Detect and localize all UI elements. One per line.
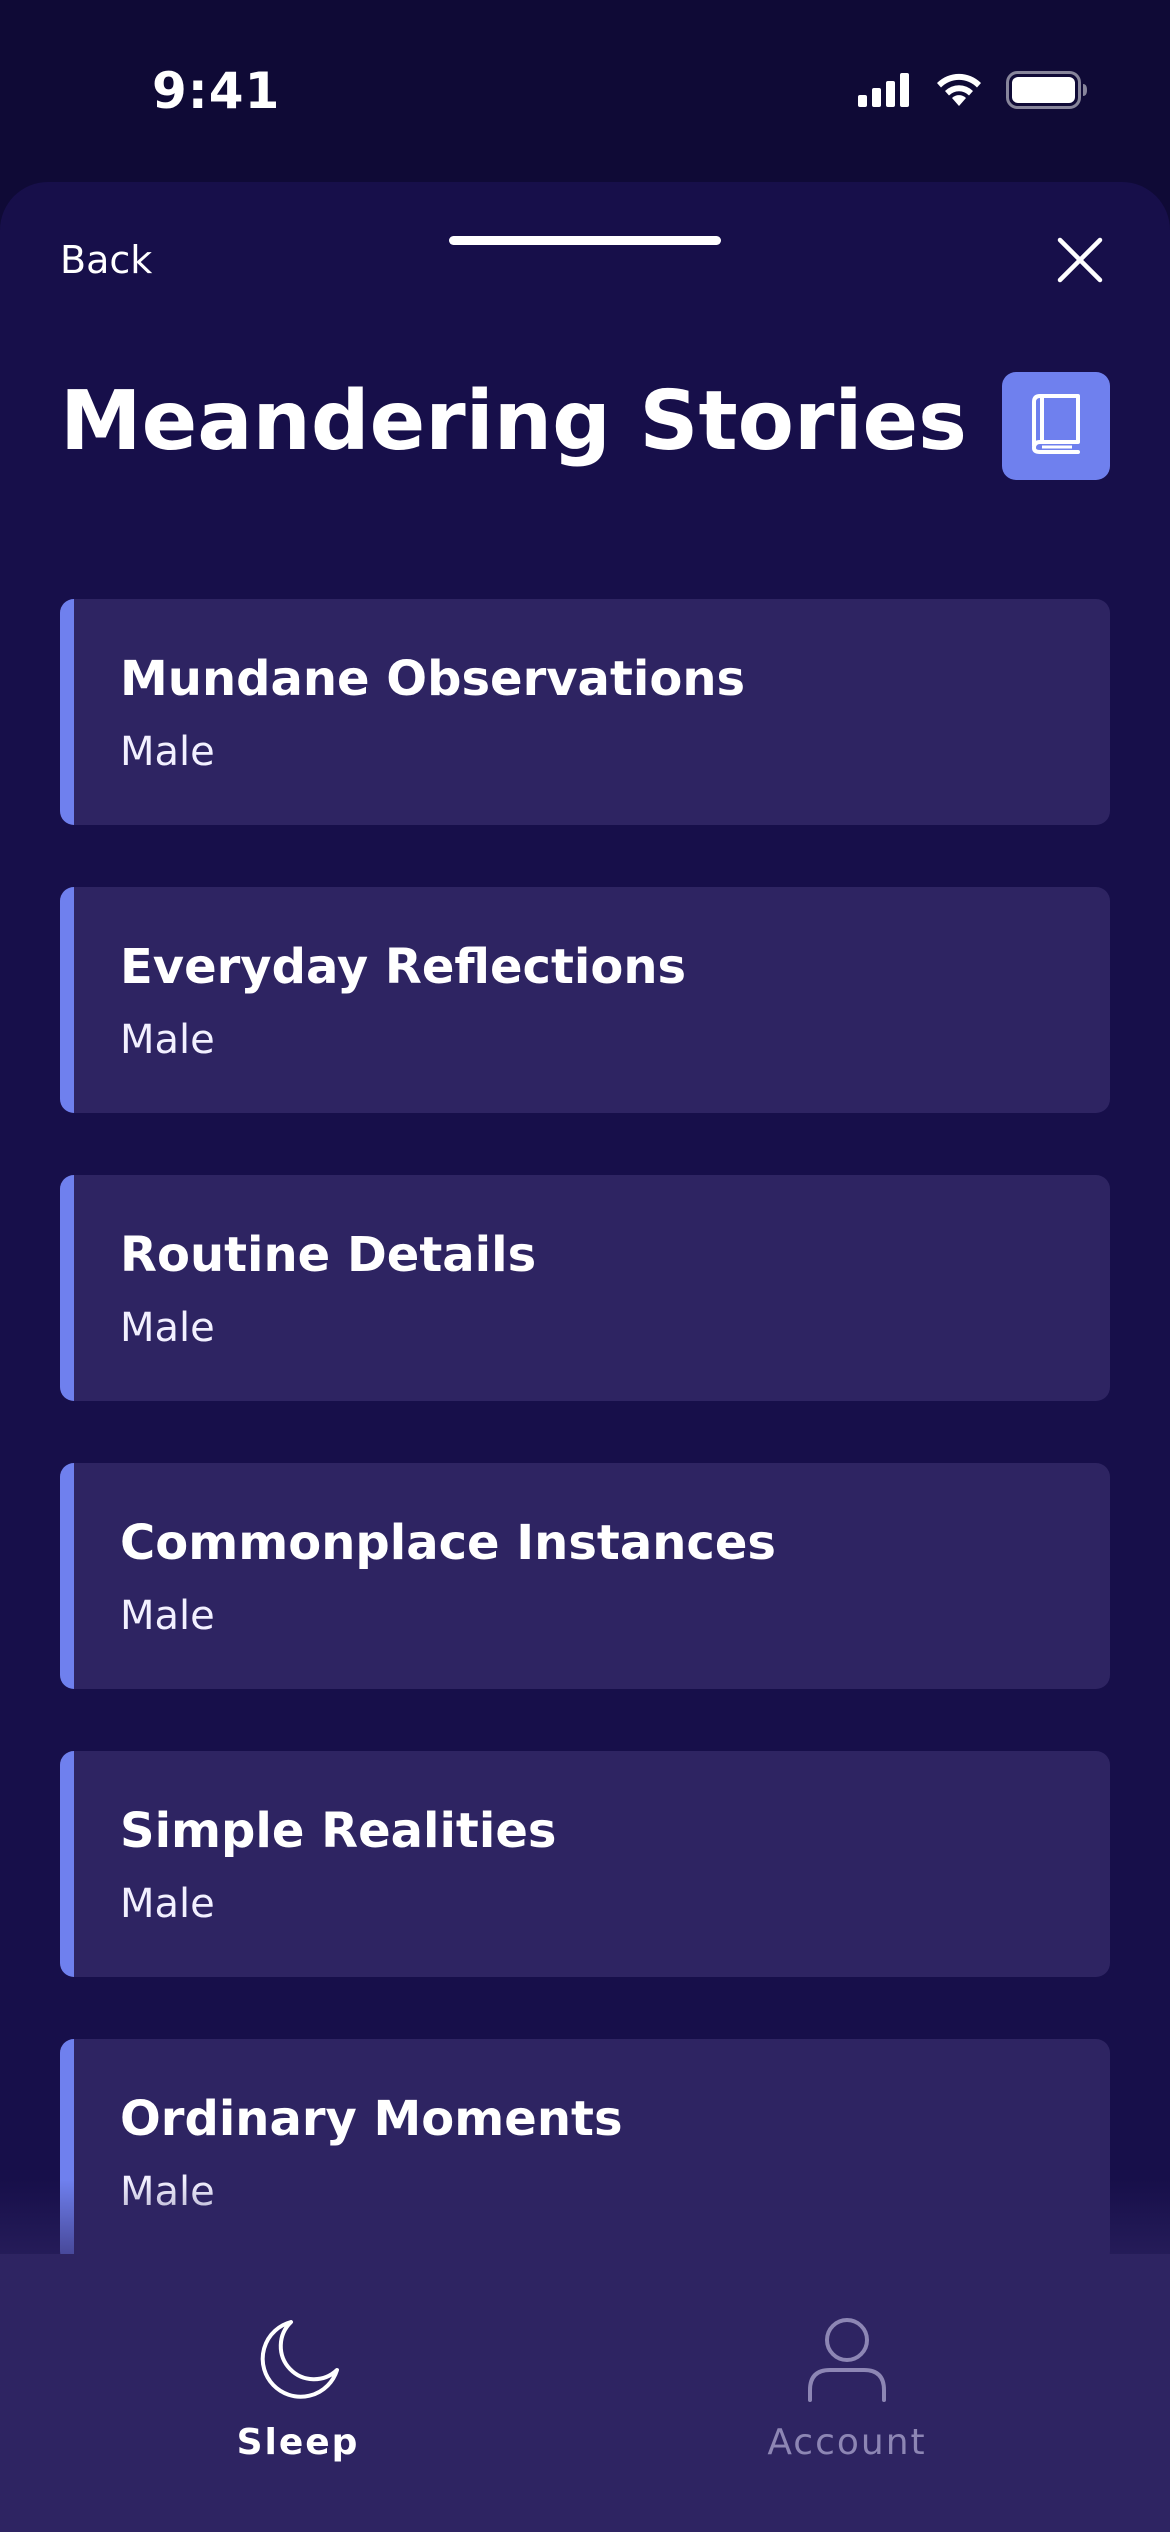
story-voice: Male (120, 1017, 215, 1063)
story-voice: Male (120, 1593, 215, 1639)
status-time: 9:41 (152, 62, 281, 120)
story-title: Everyday Reflections (120, 939, 687, 995)
tab-sleep-label: Sleep (236, 2422, 360, 2463)
close-icon (1050, 237, 1110, 294)
story-card-accent (60, 1463, 74, 1689)
person-icon (802, 2314, 892, 2404)
story-card-accent (60, 1175, 74, 1401)
story-card-accent (60, 887, 74, 1113)
story-card-accent (60, 599, 74, 825)
story-card-accent (60, 1751, 74, 1977)
battery-icon (1006, 71, 1088, 113)
status-icons (858, 70, 1088, 114)
library-button[interactable] (1002, 372, 1110, 480)
story-list: Mundane Observations Male Everyday Refle… (60, 599, 1110, 2327)
page-title: Meandering Stories (60, 374, 967, 469)
story-title: Ordinary Moments (120, 2091, 623, 2147)
tab-bar-fade (0, 2180, 1170, 2254)
moon-icon (253, 2314, 343, 2404)
story-title: Mundane Observations (120, 651, 746, 707)
story-voice: Male (120, 1305, 215, 1351)
story-card[interactable]: Everyday Reflections Male (60, 887, 1110, 1113)
close-button[interactable] (1050, 230, 1110, 290)
story-title: Commonplace Instances (120, 1515, 776, 1571)
wifi-icon (934, 72, 984, 112)
tab-sleep[interactable]: Sleep (148, 2314, 448, 2474)
story-voice: Male (120, 1881, 215, 1927)
story-title: Simple Realities (120, 1803, 557, 1859)
story-card[interactable]: Commonplace Instances Male (60, 1463, 1110, 1689)
story-card[interactable]: Routine Details Male (60, 1175, 1110, 1401)
story-voice: Male (120, 729, 215, 775)
sheet-grabber[interactable] (449, 236, 721, 245)
cellular-signal-icon (858, 73, 912, 111)
story-card[interactable]: Simple Realities Male (60, 1751, 1110, 1977)
story-title: Routine Details (120, 1227, 537, 1283)
tab-account[interactable]: Account (697, 2314, 997, 2474)
status-bar: 9:41 (0, 0, 1170, 182)
story-card[interactable]: Mundane Observations Male (60, 599, 1110, 825)
tab-bar: Sleep Account (0, 2254, 1170, 2532)
back-button[interactable]: Back (60, 238, 152, 282)
book-icon (1026, 392, 1086, 460)
tab-account-label: Account (767, 2422, 927, 2463)
